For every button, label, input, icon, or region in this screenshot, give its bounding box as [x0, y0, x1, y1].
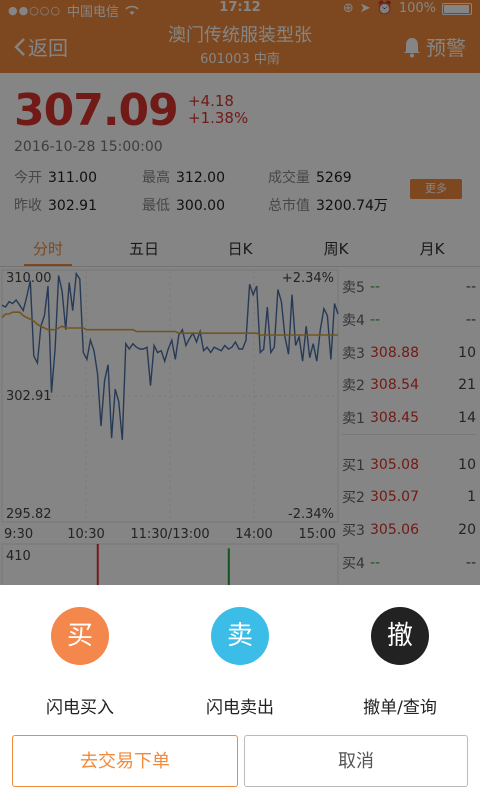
cancel-order-label: 撤单/查询: [363, 698, 437, 718]
modal-overlay[interactable]: [0, 0, 480, 585]
buy-icon: 买: [51, 607, 109, 665]
flash-buy-label: 闪电买入: [46, 698, 114, 718]
withdraw-icon: 撤: [371, 607, 429, 665]
cancel-order-action[interactable]: 撤 撤单/查询: [340, 607, 460, 718]
flash-sell-action[interactable]: 卖 闪电卖出: [180, 607, 300, 718]
flash-buy-action[interactable]: 买 闪电买入: [20, 607, 140, 718]
trade-action-sheet: 买 闪电买入 卖 闪电卖出 撤 撤单/查询 去交易下单 取消: [0, 585, 480, 800]
flash-sell-label: 闪电卖出: [206, 698, 274, 718]
go-trade-button[interactable]: 去交易下单: [12, 735, 238, 787]
sell-icon: 卖: [211, 607, 269, 665]
cancel-button[interactable]: 取消: [244, 735, 468, 787]
